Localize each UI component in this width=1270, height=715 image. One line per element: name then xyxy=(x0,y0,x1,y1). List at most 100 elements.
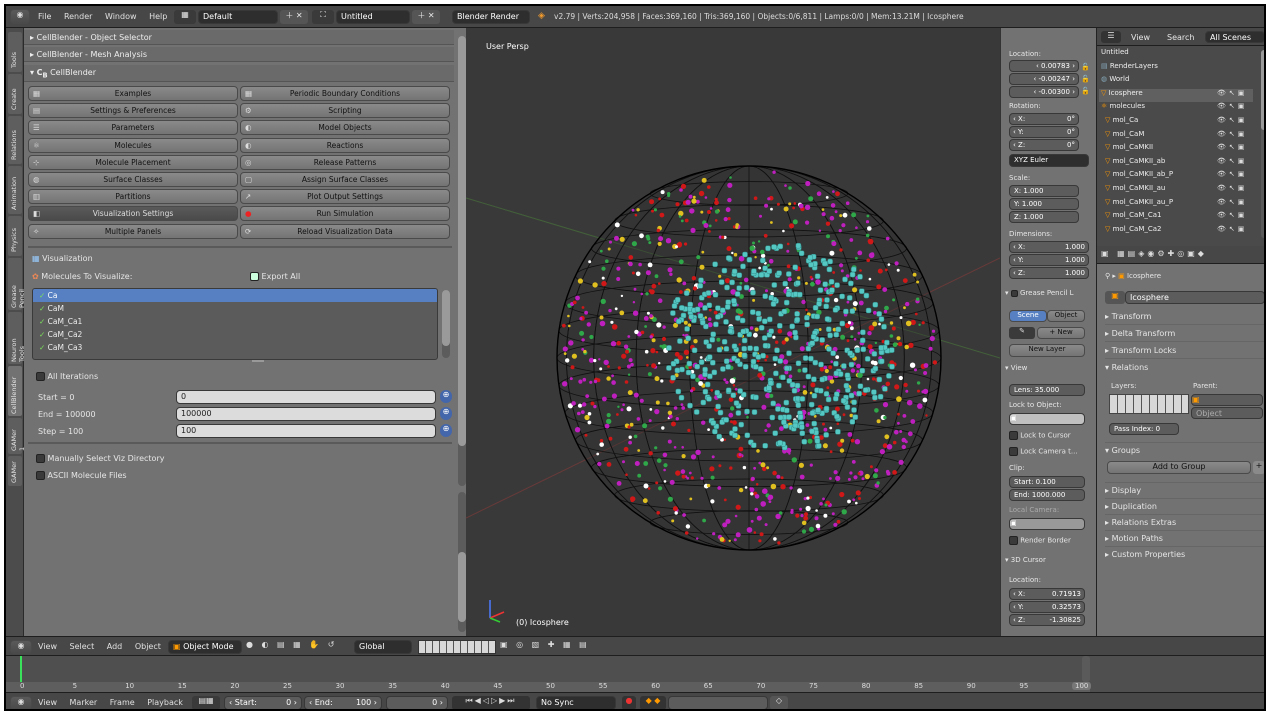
end-edit-icon[interactable]: ⊕ xyxy=(440,407,452,420)
outliner-row[interactable]: Untitled xyxy=(1099,48,1253,61)
visibility-icons[interactable]: 👁↖▣ xyxy=(1217,170,1247,178)
view3d-menu-select[interactable]: Select xyxy=(70,642,95,651)
cb-button-multiple-panels[interactable]: ✧ Multiple Panels xyxy=(28,223,238,239)
panel-scrollbar[interactable] xyxy=(458,36,466,486)
start-frame-field[interactable]: ‹ Start: 0 › xyxy=(224,696,302,709)
grease-pencil-header[interactable]: ▾ Grease Pencil L xyxy=(1005,289,1095,297)
visibility-icons[interactable]: 👁↖▣ xyxy=(1217,157,1247,165)
sec-transform[interactable]: ▸ Transform xyxy=(1105,312,1264,325)
sec-delta[interactable]: ▸ Delta Transform xyxy=(1105,329,1264,342)
visibility-icons[interactable]: 👁↖▣ xyxy=(1217,184,1247,192)
keyframe-icons[interactable]: ◇ xyxy=(770,696,788,709)
export-all-toggle[interactable]: Export All xyxy=(250,272,300,281)
gp-pencil-icon[interactable]: ✎ xyxy=(1009,327,1035,339)
render-border-checkbox[interactable] xyxy=(1009,536,1018,545)
menu-window[interactable]: Window xyxy=(105,12,137,21)
grease-pencil-checkbox[interactable] xyxy=(1010,289,1018,297)
layers-grid[interactable] xyxy=(1109,394,1189,414)
location-y[interactable]: ‹ -0.00247 › xyxy=(1009,73,1079,85)
view3d-extra-icons[interactable]: ▣ ◎ ▧ ✚ ▦ ▤ xyxy=(500,640,620,654)
list-resize-handle[interactable] xyxy=(252,360,264,362)
cb-button-surface-classes[interactable]: ◍ Surface Classes xyxy=(28,172,238,187)
layout-add-icon[interactable]: ＋ ✕ xyxy=(280,10,308,24)
manual-dir-checkbox[interactable] xyxy=(36,454,45,463)
preview-range-icons[interactable]: ▤▦ xyxy=(192,696,220,709)
sec-display[interactable]: ▸ Display xyxy=(1105,482,1264,498)
tab-create[interactable]: Create xyxy=(8,74,22,114)
panel-mesh-analysis[interactable]: ▸ CellBlender - Mesh Analysis xyxy=(24,47,454,62)
timeline-menu-view[interactable]: View xyxy=(38,698,57,707)
gp-new-button[interactable]: + New xyxy=(1037,327,1085,339)
mode-select[interactable]: ▣ Object Mode xyxy=(168,640,242,654)
tab-tools[interactable]: Tools xyxy=(8,32,22,72)
editor-type-button[interactable]: ◉ xyxy=(10,9,30,24)
export-all-checkbox[interactable] xyxy=(250,272,259,281)
lock-object-field[interactable]: ▣ xyxy=(1009,413,1085,425)
visibility-icons[interactable]: 👁↖▣ xyxy=(1217,102,1247,110)
checkmark-icon[interactable]: ✓ xyxy=(39,330,48,339)
sec-groups[interactable]: ▾ Groups xyxy=(1105,442,1264,455)
cb-button-visualization-settings[interactable]: ◧ Visualization Settings xyxy=(28,206,238,222)
properties-tabs-icons[interactable]: ▣ ▦▤◈◉⚙✚◎▣◆ xyxy=(1101,249,1264,261)
outliner-row[interactable]: ▽ Icosphere 👁↖▣ xyxy=(1099,88,1253,102)
gp-scene-button[interactable]: Scene xyxy=(1009,310,1047,322)
dimension-x[interactable]: ‹ X: 1.000 xyxy=(1009,241,1089,253)
outliner-row[interactable]: ▽ mol_CaMKII_ab 👁↖▣ xyxy=(1099,157,1253,170)
molecule-list-item[interactable]: ✓ CaM_Ca1 xyxy=(33,315,437,328)
view3d-editor-type[interactable]: ◉ xyxy=(10,640,32,654)
gp-new-layer-button[interactable]: New Layer xyxy=(1009,344,1085,357)
timeline-scrollbar[interactable] xyxy=(1082,656,1090,682)
render-engine-selector[interactable]: Blender Render xyxy=(452,10,530,24)
cursor-z[interactable]: ‹ Z: -1.30825 xyxy=(1009,614,1085,626)
molecule-list-item[interactable]: ✓ CaM_Ca2 xyxy=(33,328,437,341)
molecule-list-item[interactable]: ✓ CaM xyxy=(33,302,437,315)
lens-field[interactable]: Lens: 35.000 xyxy=(1009,384,1085,396)
outliner-row[interactable]: ▽ mol_CaMKII_au_P 👁↖▣ xyxy=(1099,198,1253,211)
cb-button-run-simulation[interactable]: ● Run Simulation xyxy=(240,206,450,222)
lock-camera-toggle[interactable]: Lock Camera t... xyxy=(1009,447,1078,456)
timeline-editor-type[interactable]: ◉ xyxy=(10,696,32,709)
parent-type-field[interactable]: Object xyxy=(1191,407,1263,419)
cb-button-release-patterns[interactable]: ◎ Release Patterns xyxy=(240,154,450,170)
checkmark-icon[interactable]: ✓ xyxy=(39,317,48,326)
local-camera-field[interactable]: ▣ xyxy=(1009,518,1085,530)
tab-relations[interactable]: Relations xyxy=(8,116,22,164)
parent-field[interactable]: ▣ xyxy=(1191,394,1263,406)
step-edit-icon[interactable]: ⊕ xyxy=(440,424,452,437)
sec-custom-properties[interactable]: ▸ Custom Properties xyxy=(1105,546,1264,562)
all-iterations-checkbox[interactable] xyxy=(36,372,45,381)
checkmark-icon[interactable]: ✓ xyxy=(39,291,48,300)
outliner-type-icon[interactable]: ☰ xyxy=(1101,31,1121,43)
record-icon[interactable]: ● xyxy=(622,696,636,709)
outliner-search-menu[interactable]: Search xyxy=(1167,33,1194,42)
view3d-menu-view[interactable]: View xyxy=(38,642,57,651)
molecule-list[interactable]: ✓ Ca ✓ CaM ✓ CaM_Ca1 ✓ CaM_Ca2 ✓ CaM_Ca3 xyxy=(32,288,438,360)
sec-motion-paths[interactable]: ▸ Motion Paths xyxy=(1105,530,1264,546)
timeline-menu-marker[interactable]: Marker xyxy=(70,698,98,707)
rotation-mode-select[interactable]: XYZ Euler xyxy=(1009,154,1089,167)
cb-button-molecule-placement[interactable]: ⊹ Molecule Placement xyxy=(28,154,238,170)
timeline[interactable]: 0 5 10 15 20 25 30 35 40 45 50 55 60 65 70 75 80 85 90 95 10… xyxy=(6,656,1264,692)
visibility-icons[interactable]: 👁↖▣ xyxy=(1217,89,1247,97)
visibility-icons[interactable]: 👁↖▣ xyxy=(1217,198,1247,206)
menu-render[interactable]: Render xyxy=(64,12,92,21)
all-iterations-toggle[interactable]: All Iterations xyxy=(36,372,98,381)
menu-help[interactable]: Help xyxy=(149,12,167,21)
tab-animation[interactable]: Animation xyxy=(8,166,22,214)
rotation-y[interactable]: ‹ Y: 0° xyxy=(1009,126,1079,138)
cb-button-plot-output-settings[interactable]: ↗ Plot Output Settings xyxy=(240,189,450,205)
start-edit-icon[interactable]: ⊕ xyxy=(440,390,452,403)
cb-button-examples[interactable]: ▦ Examples xyxy=(28,86,238,101)
scale-x[interactable]: X: 1.000 xyxy=(1009,185,1079,197)
lock-to-cursor-checkbox[interactable] xyxy=(1009,431,1018,440)
molecule-list-scrollbar[interactable] xyxy=(442,290,450,358)
cb-button-scripting[interactable]: ⚙ Scripting xyxy=(240,103,450,119)
cb-button-partitions[interactable]: ▥ Partitions xyxy=(28,189,238,205)
outliner-scrollbar[interactable] xyxy=(1261,50,1264,238)
visibility-icons[interactable]: 👁↖▣ xyxy=(1217,130,1247,138)
cursor-section-header[interactable]: ▾ 3D Cursor xyxy=(1005,556,1046,564)
timeline-menu-frame[interactable]: Frame xyxy=(110,698,135,707)
sec-relations-extras[interactable]: ▸ Relations Extras xyxy=(1105,514,1264,530)
visibility-icons[interactable]: 👁↖▣ xyxy=(1217,143,1247,151)
tab-gamer[interactable]: GAMer xyxy=(8,456,22,486)
